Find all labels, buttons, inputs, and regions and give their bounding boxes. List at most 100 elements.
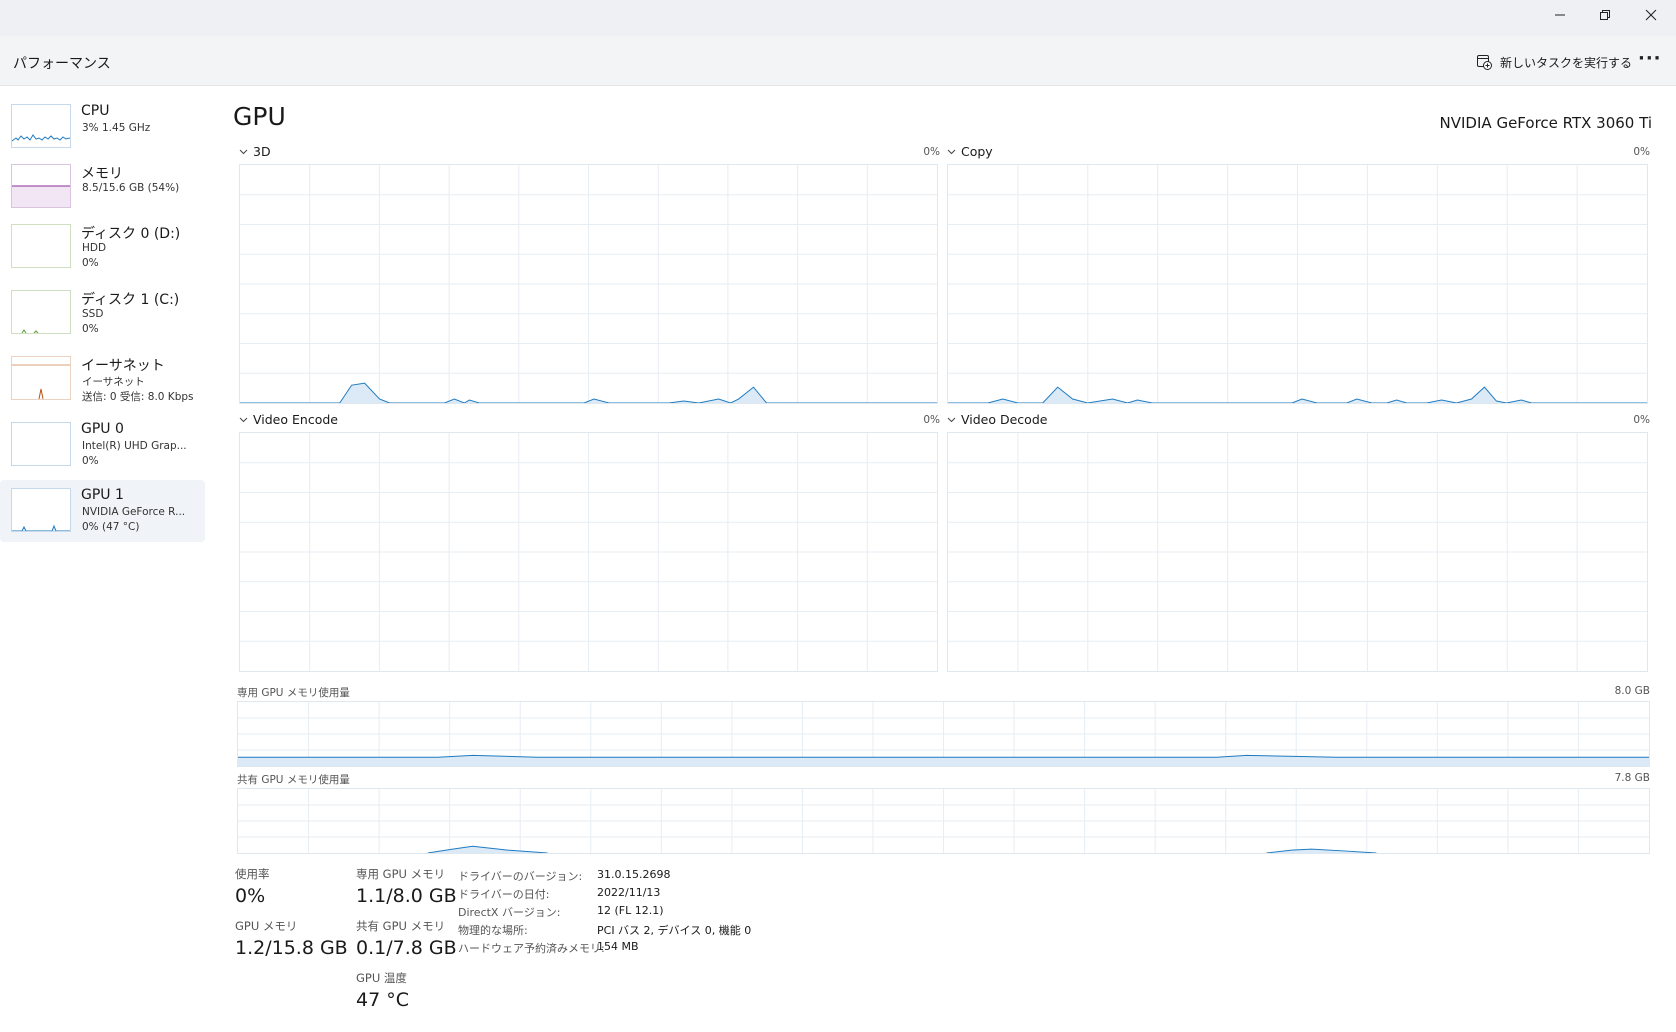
dedicated-memory-graph [237, 701, 1650, 767]
driver-date-label: ドライバーの日付: [458, 888, 550, 901]
sidebar-item-name: メモリ [81, 166, 123, 182]
more-options-button[interactable]: ··· [1638, 50, 1662, 68]
sidebar-item-name: GPU 1 [81, 487, 124, 503]
close-icon [1645, 9, 1657, 21]
graph-3d-label: 3D [253, 144, 271, 159]
graph-copy-selector[interactable]: Copy [947, 144, 993, 159]
sidebar-item-type: NVIDIA GeForce R... [82, 506, 186, 518]
driver-date-value: 2022/11/13 [597, 886, 661, 899]
chevron-down-icon [947, 417, 956, 423]
graph-video-encode [239, 432, 938, 672]
graph-3d [239, 164, 938, 404]
graph-copy-canvas [948, 165, 1647, 403]
shared-memory-graph-label: 共有 GPU メモリ使用量 [237, 774, 350, 786]
gpu-temperature-value: 47 °C [356, 989, 409, 1011]
graph-3d-selector[interactable]: 3D [239, 144, 271, 159]
ethernet-thumbnail-line [12, 364, 70, 400]
graph-grid [238, 789, 1649, 853]
physical-location-value: PCI バス 2, デバイス 0, 機能 0 [597, 924, 752, 937]
title-bar [0, 0, 1676, 36]
disk1-thumbnail-graph [11, 290, 71, 334]
graph-video-encode-label: Video Encode [253, 412, 338, 427]
disk1-thumbnail-line [21, 329, 39, 334]
driver-version-label: ドライバーのバージョン: [458, 870, 583, 883]
sidebar-item-memory[interactable]: メモリ 8.5/15.6 GB (54%) [0, 156, 205, 218]
shared-memory-graph-canvas [238, 789, 1649, 853]
sidebar-item-detail: 3% 1.45 GHz [82, 122, 151, 134]
cpu-thumbnail-line [11, 134, 71, 142]
graph-copy-percent: 0% [1633, 146, 1650, 158]
sidebar-item-detail: 0% [82, 257, 99, 269]
graph-video-encode-canvas [240, 433, 937, 671]
sidebar-item-type: イーサネット [82, 376, 145, 388]
chevron-down-icon [947, 149, 956, 155]
dedicated-memory-graph-max: 8.0 GB [1614, 685, 1650, 697]
disk0-thumbnail-graph [11, 224, 71, 268]
sidebar-item-type: Intel(R) UHD Grap... [82, 440, 187, 452]
sidebar-item-ethernet[interactable]: イーサネット イーサネット 送信: 0 受信: 8.0 Kbps [0, 348, 205, 410]
shared-memory-graph [237, 788, 1650, 854]
physical-location-label: 物理的な場所: [458, 924, 528, 937]
graph-copy [947, 164, 1648, 404]
graph-video-decode-canvas [948, 433, 1647, 671]
graph-grid [240, 433, 937, 671]
graph-video-decode-label: Video Decode [961, 412, 1048, 427]
page-title: パフォーマンス [13, 56, 111, 72]
page-header: パフォーマンス 新しいタスクを実行する ··· [0, 36, 1676, 86]
directx-version-value: 12 (FL 12.1) [597, 904, 664, 917]
gpu-section-title: GPU [233, 102, 286, 131]
graph-3d-canvas [240, 165, 937, 403]
close-button[interactable] [1628, 0, 1674, 30]
dedicated-memory-label: 専用 GPU メモリ [356, 867, 446, 881]
gpu-temperature-label: GPU 温度 [356, 971, 407, 985]
graph-video-encode-percent: 0% [923, 414, 940, 426]
sidebar-item-name: CPU [81, 103, 110, 119]
new-task-icon [1477, 55, 1492, 70]
usage-label: 使用率 [235, 867, 270, 881]
memory-thumbnail-line [12, 185, 70, 207]
sidebar-item-name: GPU 0 [81, 421, 124, 437]
restore-button[interactable] [1582, 0, 1628, 30]
sidebar-item-name: ディスク 0 (D:) [81, 226, 181, 242]
shared-memory-label: 共有 GPU メモリ [356, 919, 446, 933]
graph-video-decode [947, 432, 1648, 672]
graph-video-encode-selector[interactable]: Video Encode [239, 412, 338, 427]
reserved-memory-value: 154 MB [597, 940, 639, 953]
sidebar-item-gpu-0[interactable]: GPU 0 Intel(R) UHD Grap... 0% [0, 414, 205, 476]
gpu1-thumbnail-graph [11, 488, 71, 532]
ethernet-thumbnail-graph [11, 356, 71, 400]
graph-video-decode-percent: 0% [1633, 414, 1650, 426]
sidebar-item-detail: 8.5/15.6 GB (54%) [82, 182, 180, 194]
graph-video-decode-selector[interactable]: Video Decode [947, 412, 1047, 427]
run-new-task-label: 新しいタスクを実行する [1500, 55, 1633, 70]
sidebar-item-type: SSD [82, 308, 104, 320]
chevron-down-icon [239, 149, 248, 155]
sidebar-item-detail: 0% [82, 455, 99, 467]
gpu0-thumbnail-graph [11, 422, 71, 466]
graph-grid [948, 165, 1647, 403]
gpu1-thumbnail-line [12, 524, 70, 532]
sidebar-item-disk-0[interactable]: ディスク 0 (D:) HDD 0% [0, 216, 205, 278]
gpu-model-name: NVIDIA GeForce RTX 3060 Ti [1439, 114, 1652, 132]
sidebar-item-name: ディスク 1 (C:) [81, 292, 180, 308]
chevron-down-icon [239, 417, 248, 423]
sidebar-item-name: イーサネット [81, 358, 165, 374]
sidebar-item-disk-1[interactable]: ディスク 1 (C:) SSD 0% [0, 282, 205, 344]
minimize-button[interactable] [1537, 0, 1583, 30]
dedicated-memory-graph-canvas [238, 702, 1649, 766]
minimize-icon [1555, 14, 1565, 16]
run-new-task-button[interactable]: 新しいタスクを実行する [1476, 50, 1632, 74]
gpu-memory-value: 1.2/15.8 GB [235, 937, 348, 959]
dedicated-memory-value: 1.1/8.0 GB [356, 885, 457, 907]
cpu-thumbnail-graph [11, 104, 71, 148]
sidebar-item-cpu[interactable]: CPU 3% 1.45 GHz [0, 96, 205, 158]
graph-copy-label: Copy [961, 144, 993, 159]
dedicated-memory-graph-label: 専用 GPU メモリ使用量 [237, 687, 350, 699]
memory-thumbnail-graph [11, 164, 71, 208]
reserved-memory-label: ハードウェア予約済みメモリ: [458, 942, 605, 955]
gpu-memory-label: GPU メモリ [235, 919, 298, 933]
sidebar-item-detail: 0% [82, 323, 99, 335]
graph-grid [240, 165, 937, 403]
usage-value: 0% [235, 885, 266, 907]
sidebar-item-gpu-1[interactable]: GPU 1 NVIDIA GeForce R... 0% (47 °C) [0, 480, 205, 542]
